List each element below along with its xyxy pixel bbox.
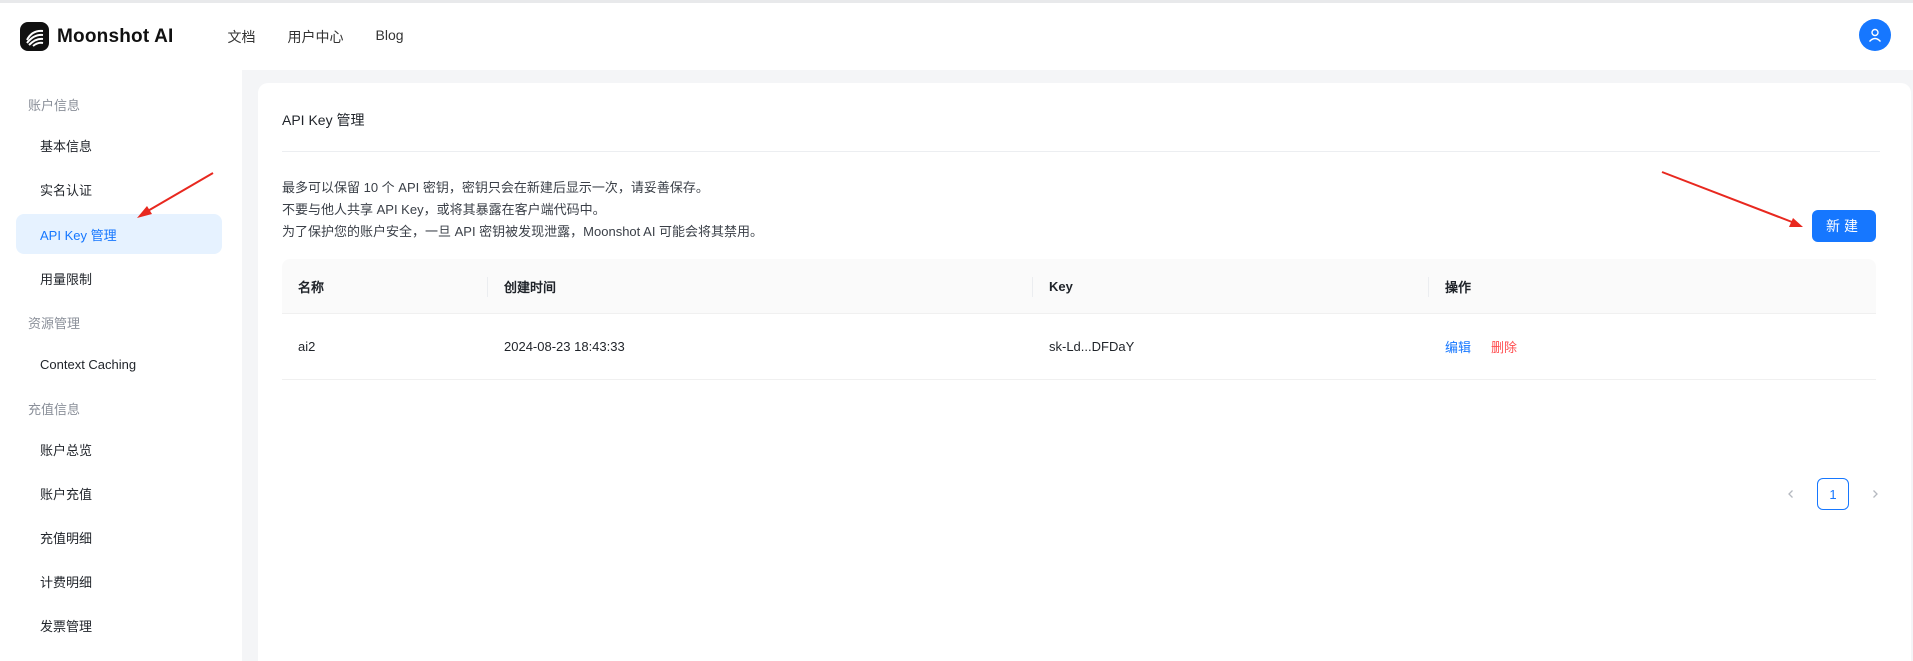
notice-line-3: 为了保护您的账户安全，一旦 API 密钥被发现泄露，Moonshot AI 可能… (282, 224, 764, 239)
row-key: sk-Ld...DFDaY (1049, 339, 1135, 354)
page-title: API Key 管理 (282, 112, 365, 128)
api-key-notice: 最多可以保留 10 个 API 密钥，密钥只会在新建后显示一次，请妥善保存。 不… (282, 177, 763, 243)
sidebar-group-account: 账户信息 (28, 98, 81, 113)
nav-user-center[interactable]: 用户中心 (288, 27, 344, 47)
user-icon (1868, 28, 1882, 42)
sidebar-item-recharge[interactable]: 账户充值 (16, 473, 222, 513)
column-separator (1032, 277, 1033, 297)
sidebar-item-usage-limit[interactable]: 用量限制 (16, 258, 222, 298)
column-separator (487, 277, 488, 297)
table-header: 名称 创建时间 Key 操作 (282, 259, 1876, 314)
sidebar-group-resources: 资源管理 (28, 316, 81, 331)
row-name: ai2 (298, 339, 316, 354)
sidebar-group-recharge: 充值信息 (28, 402, 81, 417)
top-header: Moonshot AI 文档 用户中心 Blog (0, 0, 1913, 70)
brand-logo[interactable]: Moonshot AI (20, 22, 174, 51)
api-key-table: 名称 创建时间 Key 操作 ai2 2024-08-23 18:43:33 s… (282, 259, 1876, 380)
nav-docs[interactable]: 文档 (228, 27, 256, 47)
top-nav: 文档 用户中心 Blog (228, 27, 436, 47)
nav-blog[interactable]: Blog (376, 27, 404, 47)
sidebar-item-api-key[interactable]: API Key 管理 (16, 214, 222, 254)
column-actions: 操作 (1445, 279, 1472, 295)
column-separator (1428, 277, 1429, 297)
sidebar-item-billing-details[interactable]: 计费明细 (16, 561, 222, 601)
sidebar-item-account-overview[interactable]: 账户总览 (16, 429, 222, 469)
title-divider (282, 151, 1880, 152)
column-key: Key (1049, 278, 1073, 294)
sidebar-item-verification[interactable]: 实名认证 (16, 169, 222, 209)
prev-page-button[interactable] (1775, 478, 1807, 510)
chevron-left-icon (1788, 490, 1793, 498)
row-created: 2024-08-23 18:43:33 (504, 339, 625, 354)
sidebar-item-invoice[interactable]: 发票管理 (16, 605, 222, 645)
chevron-right-icon (1873, 490, 1878, 498)
user-avatar[interactable] (1859, 19, 1891, 51)
table-row: ai2 2024-08-23 18:43:33 sk-Ld...DFDaY 编辑… (282, 314, 1876, 380)
pagination: 1 (1775, 478, 1891, 510)
page-number-1[interactable]: 1 (1817, 478, 1849, 510)
column-name: 名称 (298, 279, 325, 295)
notice-line-2: 不要与他人共享 API Key，或将其暴露在客户端代码中。 (282, 202, 606, 217)
row-actions: 编辑 删除 (1445, 314, 1517, 379)
main-panel: API Key 管理 最多可以保留 10 个 API 密钥，密钥只会在新建后显示… (258, 83, 1911, 661)
delete-button[interactable]: 删除 (1491, 337, 1517, 356)
column-created: 创建时间 (504, 279, 557, 295)
moonshot-logo-icon (20, 22, 49, 51)
sidebar-item-recharge-details[interactable]: 充值明细 (16, 517, 222, 557)
edit-button[interactable]: 编辑 (1445, 337, 1471, 356)
next-page-button[interactable] (1859, 478, 1891, 510)
sidebar-item-basic-info[interactable]: 基本信息 (16, 125, 222, 165)
sidebar-item-context-caching[interactable]: Context Caching (16, 344, 222, 384)
brand-name: Moonshot AI (57, 25, 174, 47)
notice-line-1: 最多可以保留 10 个 API 密钥，密钥只会在新建后显示一次，请妥善保存。 (282, 180, 709, 195)
new-api-key-button[interactable]: 新建 (1812, 210, 1876, 242)
sidebar: 账户信息 基本信息 实名认证 API Key 管理 用量限制 资源管理 Cont… (0, 70, 242, 661)
